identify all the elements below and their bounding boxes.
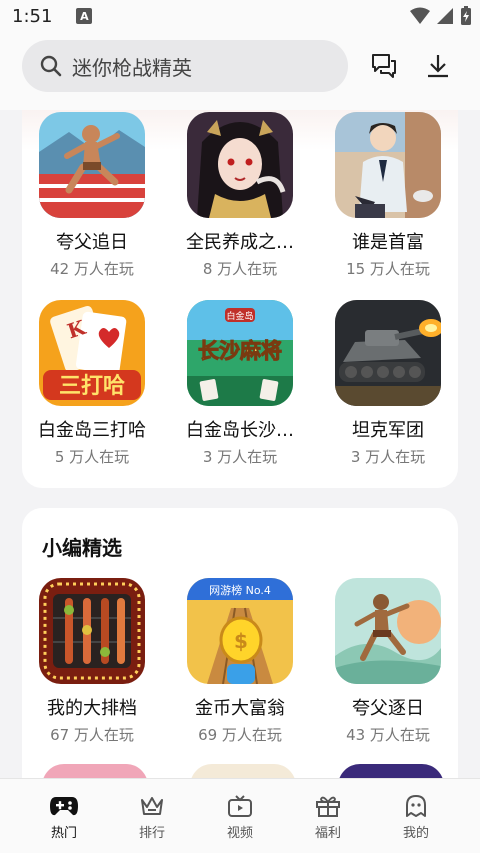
nav-item-welfare[interactable]: 福利 [298, 792, 358, 841]
game-icon-changsha: 白金岛 长沙麻将 [187, 300, 293, 406]
rank-badge-text: 网游榜 No.4 [209, 583, 271, 597]
game-item[interactable]: K 三打哈 白金岛三打哈 5 万人在玩 [32, 300, 152, 467]
nav-item-hot[interactable]: 热门 [34, 792, 94, 841]
game-name: 金币大富翁 [195, 698, 285, 719]
game-name: 白金岛长沙… [186, 420, 294, 441]
game-item[interactable]: 全民养成之… 8 万人在玩 [180, 112, 300, 279]
content-scroll[interactable]: 夸父追日 42 万人在玩 全民养成之… 8 万人在玩 谁是首富 15 万人在玩 … [0, 110, 480, 778]
nav-label: 福利 [314, 825, 341, 841]
svg-text:$: $ [234, 629, 248, 653]
game-players: 3 万人在玩 [202, 448, 278, 466]
nav-item-video[interactable]: 视频 [210, 792, 270, 841]
gift-icon [316, 796, 340, 817]
wifi-icon [410, 7, 430, 24]
tv-icon [228, 794, 252, 817]
chat-button[interactable] [368, 50, 400, 82]
search-bar[interactable]: 迷你枪战精英 [22, 40, 348, 92]
game-icon-shuishi [335, 112, 441, 218]
download-button[interactable] [422, 50, 454, 82]
game-item[interactable]: 夸父追日 42 万人在玩 [32, 112, 152, 279]
section-title: 小编精选 [42, 536, 122, 560]
game-icon-dapaidang [39, 578, 145, 684]
search-placeholder: 迷你枪战精英 [72, 55, 192, 80]
status-time: 1:51 [12, 5, 53, 27]
chat-icon [372, 54, 396, 78]
game-item[interactable]: 谁是首富 15 万人在玩 [328, 112, 448, 279]
editor-picks-card: 小编精选 我的大排档 67 万人在玩 网游榜 No.4 $ 金币大富翁 69 万… [22, 508, 458, 778]
bottom-nav: 热门 排行 视频 福利 我的 [0, 778, 480, 853]
top-bar: 迷你枪战精英 [0, 32, 480, 110]
game-name: 夸父追日 [56, 232, 128, 253]
sandaha-text: 三打哈 [59, 373, 125, 399]
game-name: 谁是首富 [352, 232, 424, 253]
download-icon [428, 55, 448, 78]
game-players: 8 万人在玩 [202, 260, 278, 278]
game-item[interactable]: 网游榜 No.4 $ 金币大富翁 69 万人在玩 [180, 578, 300, 745]
nav-label: 我的 [402, 825, 429, 841]
battery-icon [461, 6, 471, 25]
notification-a-icon: A [76, 8, 93, 24]
game-icon-quanmin [187, 112, 293, 218]
signal-icon [437, 8, 453, 24]
nav-item-mine[interactable]: 我的 [386, 792, 446, 841]
game-icon-kuafu [39, 112, 145, 218]
game-name: 坦克军团 [352, 420, 424, 441]
nav-label: 视频 [226, 825, 253, 841]
status-icons [410, 6, 472, 26]
crown-icon [141, 796, 163, 815]
game-name: 夸父逐日 [352, 698, 424, 719]
game-players: 3 万人在玩 [350, 448, 426, 466]
ghost-icon [406, 794, 426, 817]
game-icon-kuafu-zhuri [335, 578, 441, 684]
game-item[interactable]: 夸父逐日 43 万人在玩 [328, 578, 448, 745]
status-bar: 1:51 A [0, 0, 480, 32]
game-players: 5 万人在玩 [54, 448, 130, 466]
game-item[interactable]: 坦克军团 3 万人在玩 [328, 300, 448, 467]
game-item[interactable]: 白金岛 长沙麻将 白金岛长沙… 3 万人在玩 [180, 300, 300, 467]
game-players: 42 万人在玩 [50, 260, 134, 278]
baijindao-text: 白金岛 [226, 310, 253, 322]
nav-label: 热门 [50, 825, 77, 841]
game-icon-partial[interactable] [338, 764, 444, 778]
game-item[interactable]: 我的大排档 67 万人在玩 [32, 578, 152, 745]
game-players: 69 万人在玩 [198, 726, 282, 744]
nav-item-rank[interactable]: 排行 [122, 792, 182, 841]
gamepad-icon [50, 796, 78, 815]
changsha-text: 长沙麻将 [198, 339, 282, 363]
game-players: 15 万人在玩 [346, 260, 430, 278]
game-name: 我的大排档 [47, 698, 137, 719]
game-icon-tank [335, 300, 441, 406]
game-name: 白金岛三打哈 [38, 420, 146, 441]
game-icon-jinbi: 网游榜 No.4 $ [187, 578, 293, 684]
game-icon-partial[interactable] [190, 764, 296, 778]
search-icon [40, 55, 62, 77]
nav-label: 排行 [138, 825, 165, 841]
game-players: 43 万人在玩 [346, 726, 430, 744]
game-icon-partial[interactable] [42, 764, 148, 778]
game-players: 67 万人在玩 [50, 726, 134, 744]
games-card-1: 夸父追日 42 万人在玩 全民养成之… 8 万人在玩 谁是首富 15 万人在玩 … [22, 110, 458, 488]
game-name: 全民养成之… [186, 232, 294, 253]
game-icon-sandaha: K 三打哈 [39, 300, 145, 406]
